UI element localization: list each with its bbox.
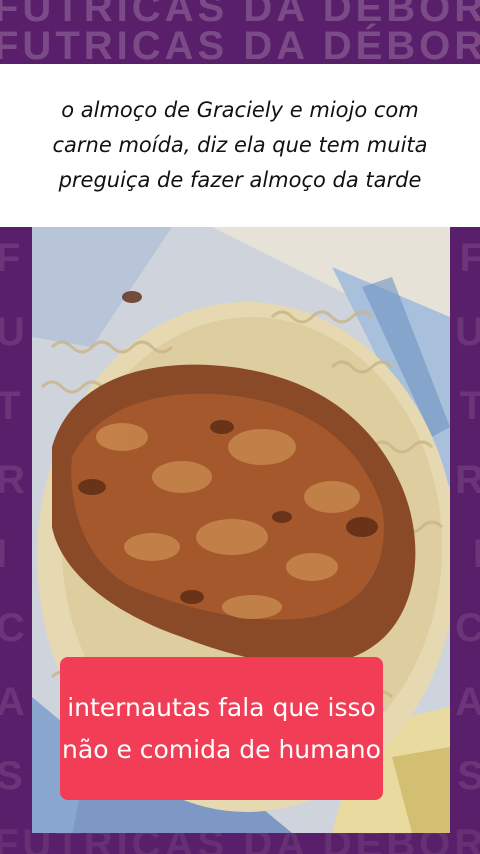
watermark-side-letter: F	[459, 236, 480, 280]
watermark-text: FUTRICAS DA DÉBORA	[0, 24, 480, 68]
watermark-side-letter: C	[0, 606, 25, 650]
watermark-side-letter: S	[0, 754, 23, 798]
overlay-caption-box: internautas fala que isso não e comida d…	[60, 657, 383, 800]
overlay-caption-text: internautas fala que isso não e comida d…	[62, 692, 381, 764]
caption-box: o almoço de Graciely e miojo com carne m…	[0, 64, 480, 227]
watermark-side-letter: U	[0, 310, 25, 354]
watermark-side-letter: U	[455, 310, 480, 354]
caption-text: o almoço de Graciely e miojo com carne m…	[52, 98, 428, 192]
watermark-side-letter: A	[455, 680, 480, 724]
watermark-side-letter: I	[0, 532, 8, 576]
watermark-side-letter: I	[472, 532, 480, 576]
watermark-side-letter: R	[0, 458, 25, 502]
watermark-side-letter: R	[455, 458, 480, 502]
watermark-side-letter: C	[455, 606, 480, 650]
watermark-side-letter: A	[0, 680, 25, 724]
watermark-side-letter: S	[457, 754, 480, 798]
watermark-side-letter: T	[0, 384, 21, 428]
watermark-side-letter: F	[0, 236, 21, 280]
watermark-side-letter: T	[459, 384, 480, 428]
